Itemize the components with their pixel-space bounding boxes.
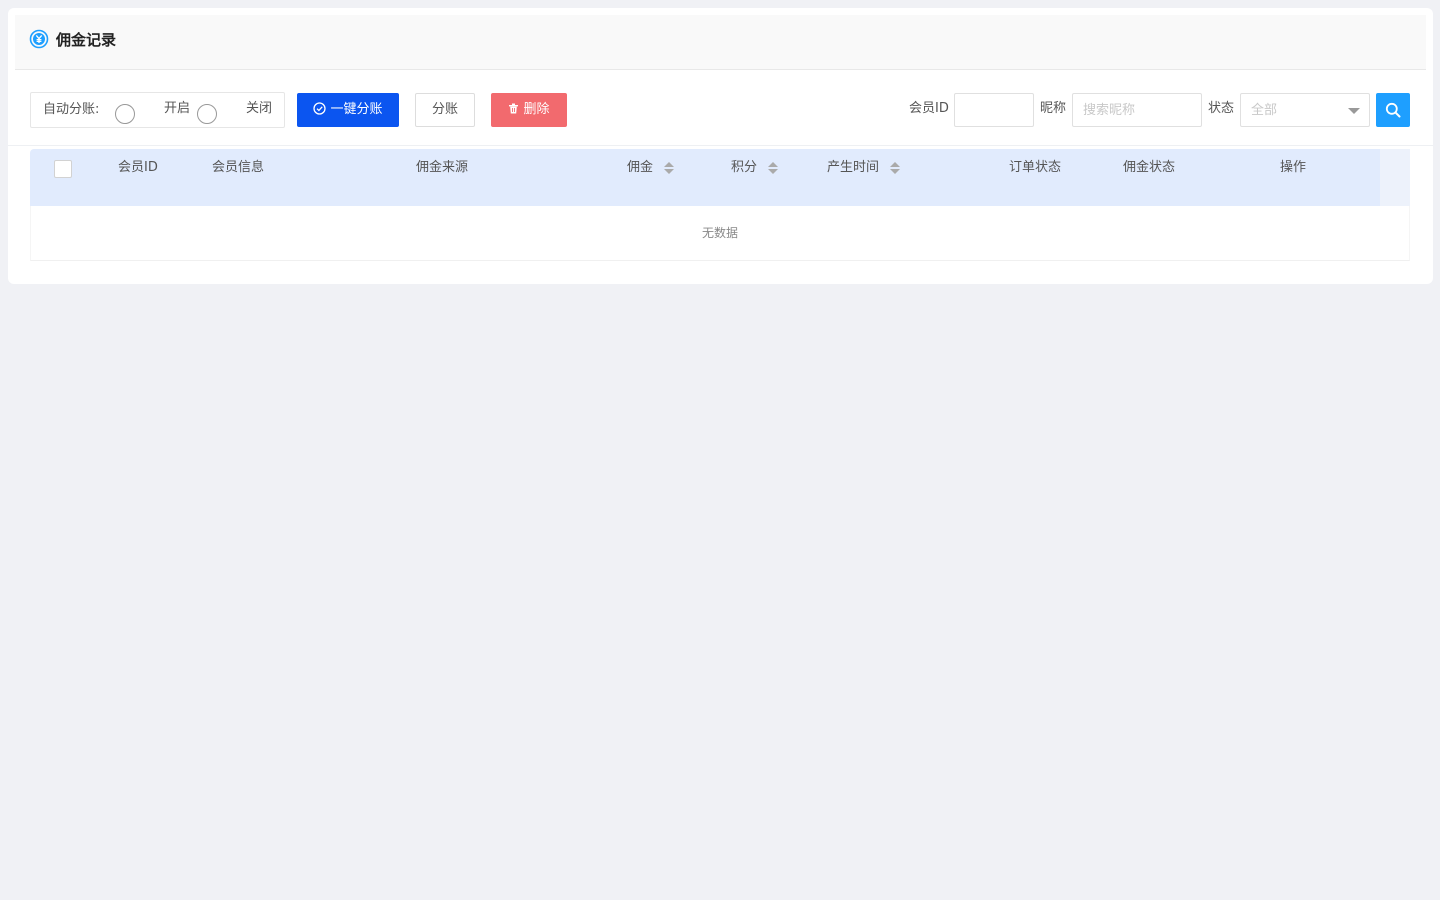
column-header-commission-status: 佣金状态 <box>1123 160 1176 175</box>
nickname-input[interactable] <box>1072 93 1202 127</box>
nickname-label: 昵称 <box>1040 101 1067 116</box>
member-id-input[interactable] <box>954 93 1034 127</box>
status-select[interactable]: 全部 <box>1240 93 1370 127</box>
sort-points-icon[interactable] <box>768 162 778 175</box>
auto-split-switch: 自动分账: 开启 关闭 <box>30 92 285 128</box>
chevron-down-icon <box>1348 108 1360 114</box>
toolbar: 自动分账: 开启 关闭 一键分账 分账 删除 会员ID 昵称 搜索昵称 状态 全… <box>8 70 1433 146</box>
commission-table: 会员ID 会员信息 佣金来源 佣金 积分 产生时间 订单状态 佣金状态 操作 无… <box>30 149 1410 261</box>
table-header: 会员ID 会员信息 佣金来源 佣金 积分 产生时间 订单状态 佣金状态 操作 <box>30 149 1380 206</box>
page-title: 佣金记录 <box>56 31 117 49</box>
one-click-split-button[interactable]: 一键分账 <box>297 93 399 127</box>
radio-on-label: 开启 <box>164 101 191 116</box>
trash-icon <box>509 103 519 114</box>
auto-split-label: 自动分账: <box>43 102 100 117</box>
delete-button[interactable]: 删除 <box>491 93 567 127</box>
card-header: 佣金记录 <box>15 15 1426 70</box>
sort-created-time-icon[interactable] <box>890 162 900 175</box>
delete-label: 删除 <box>523 102 550 117</box>
column-header-actions: 操作 <box>1280 160 1307 175</box>
commission-records-card: 佣金记录 自动分账: 开启 关闭 一键分账 分账 删除 会员ID 昵称 搜索昵称… <box>8 8 1433 284</box>
split-button[interactable]: 分账 <box>415 93 475 127</box>
radio-off-label: 关闭 <box>246 101 273 116</box>
column-header-commission-source: 佣金来源 <box>416 160 469 175</box>
status-select-value: 全部 <box>1251 103 1278 118</box>
table-header-scroll-gutter <box>1380 149 1410 206</box>
column-header-points[interactable]: 积分 <box>731 160 757 176</box>
column-header-order-status: 订单状态 <box>1009 160 1062 175</box>
member-id-label: 会员ID <box>909 101 949 116</box>
radio-on[interactable] <box>115 104 135 124</box>
column-header-commission[interactable]: 佣金 <box>627 160 653 176</box>
column-header-created-time[interactable]: 产生时间 <box>827 160 879 176</box>
table-body: 无数据 <box>30 206 1410 261</box>
radio-off[interactable] <box>197 104 217 124</box>
search-button[interactable] <box>1376 93 1410 127</box>
status-label: 状态 <box>1208 101 1235 116</box>
one-click-split-label: 一键分账 <box>330 102 383 117</box>
search-icon <box>1385 102 1401 118</box>
column-header-member-id: 会员ID <box>118 160 158 175</box>
column-header-member-info: 会员信息 <box>212 160 265 175</box>
sort-commission-icon[interactable] <box>664 162 674 175</box>
split-label: 分账 <box>431 102 458 117</box>
yen-icon <box>29 29 49 49</box>
empty-state-text: 无数据 <box>701 226 738 240</box>
check-circle-icon <box>313 102 327 115</box>
select-all-checkbox[interactable] <box>54 160 72 178</box>
